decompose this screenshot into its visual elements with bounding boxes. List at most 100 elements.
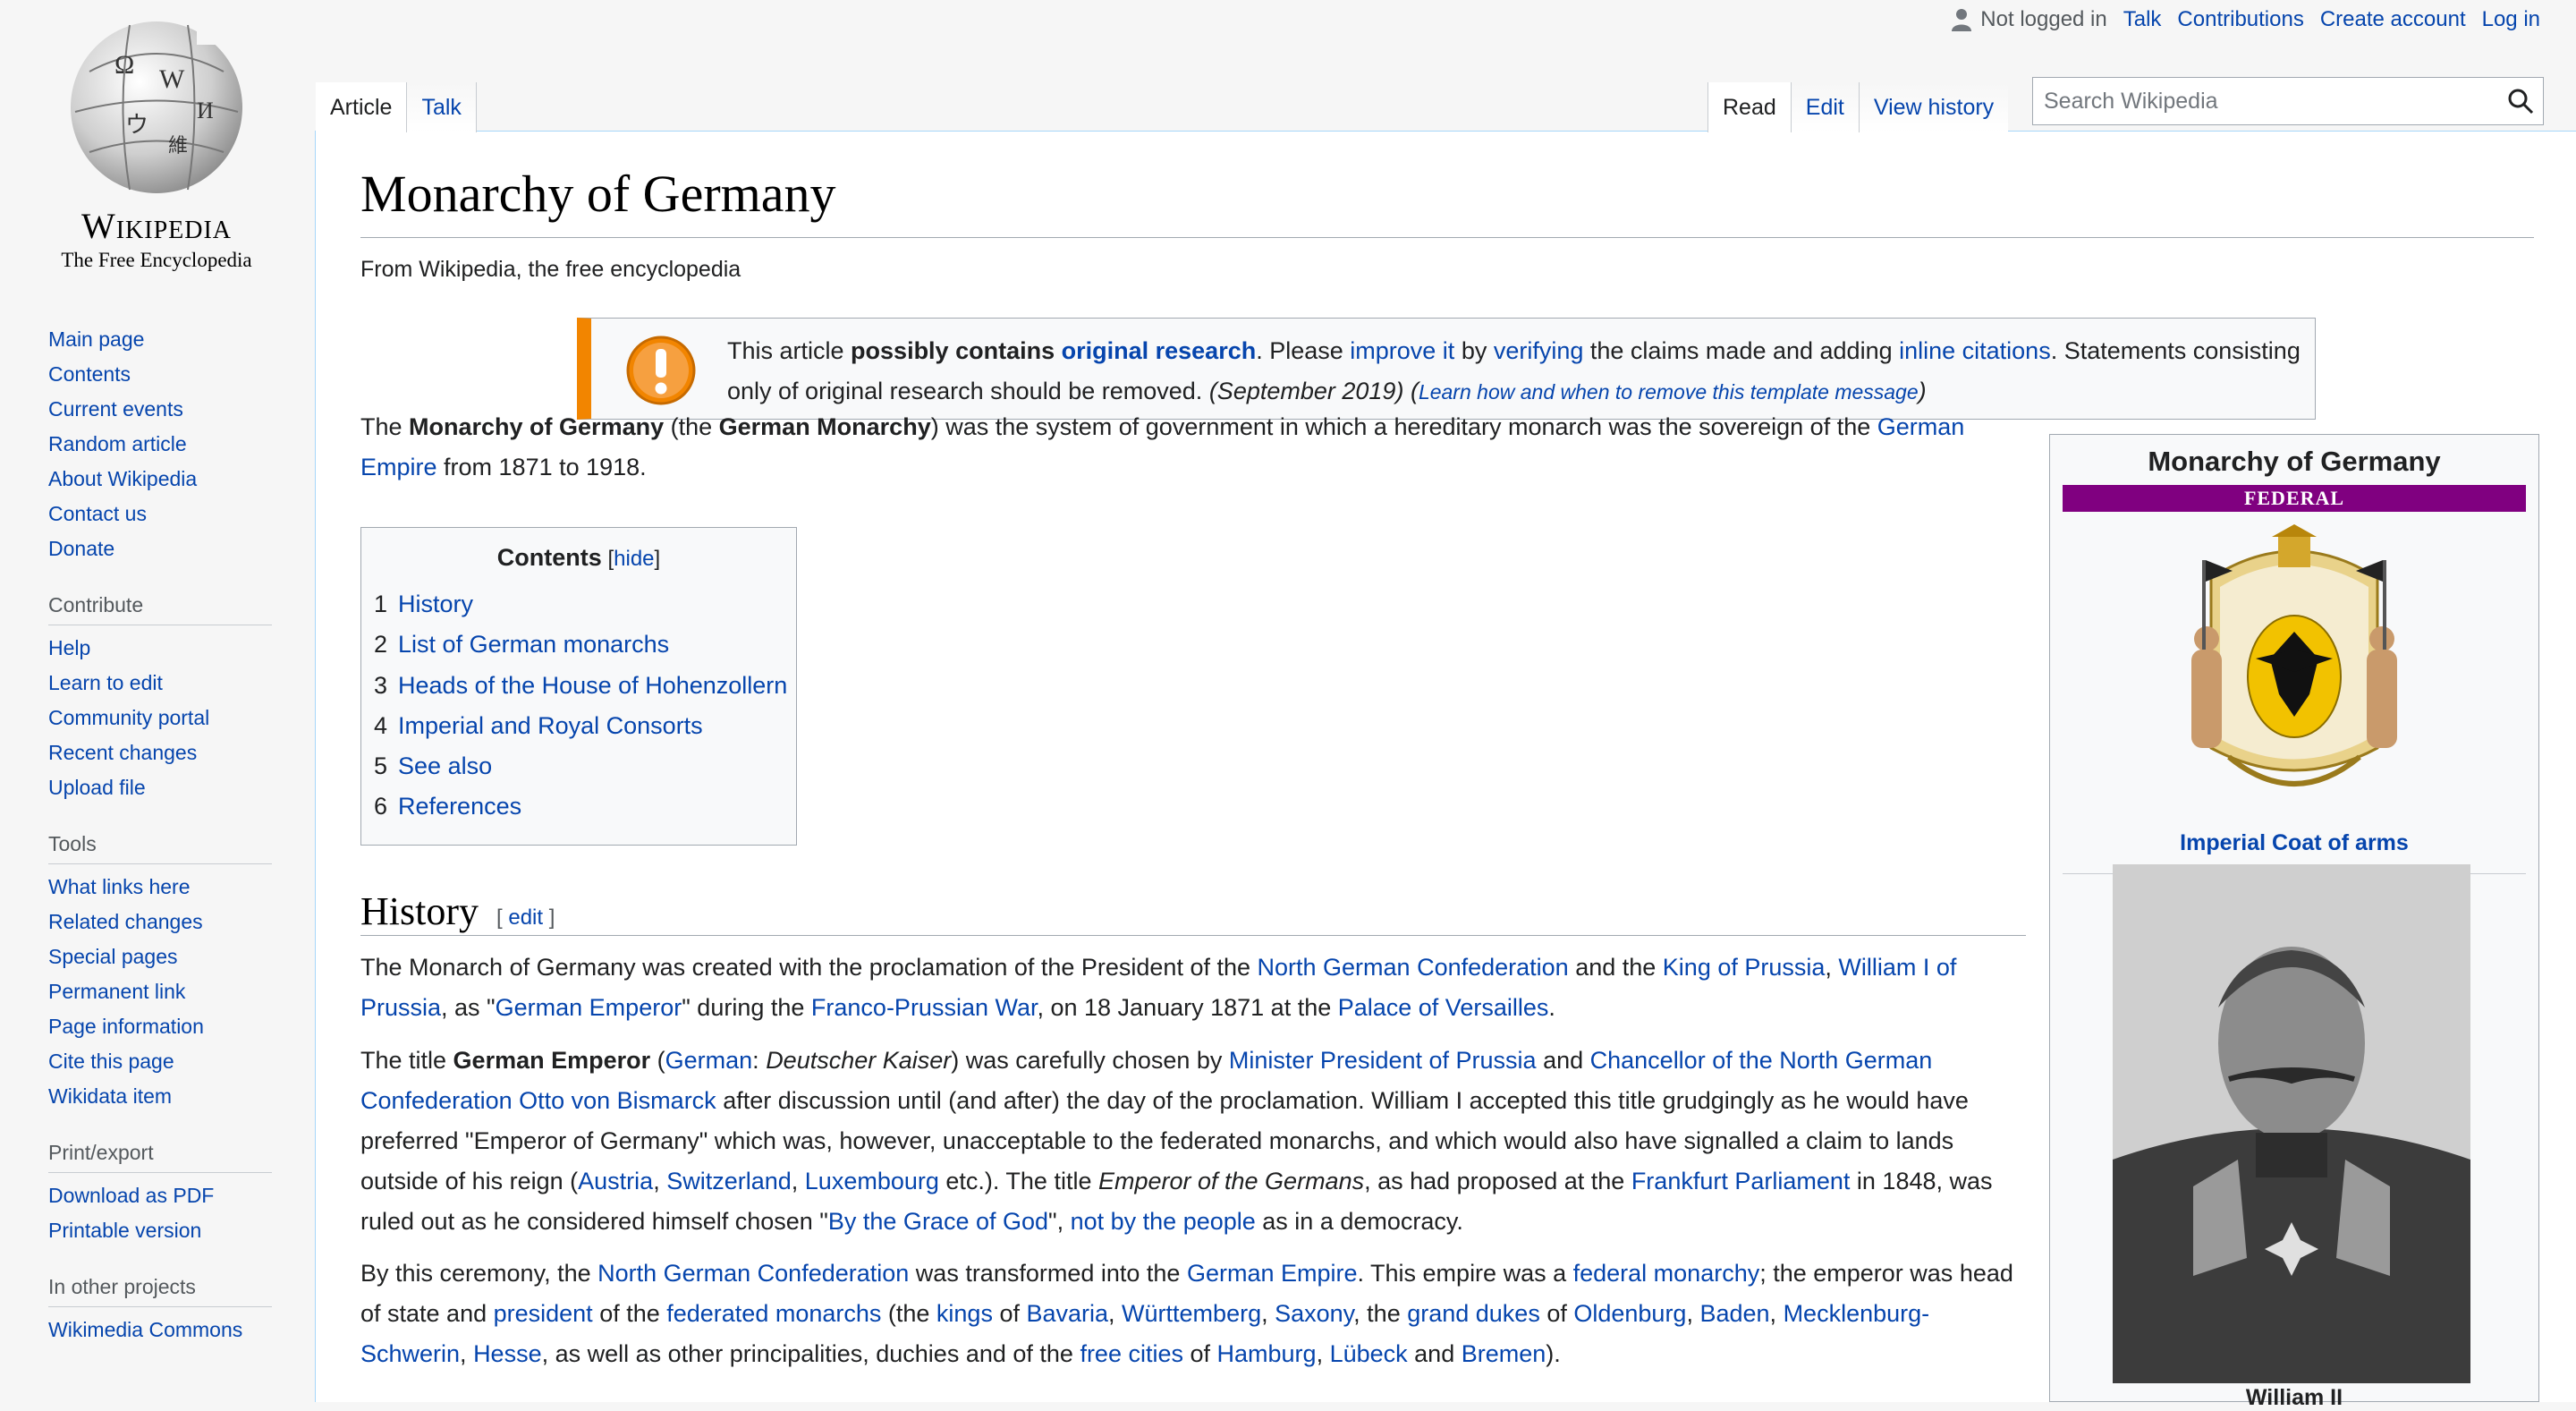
palace-of-versailles-link[interactable]: Palace of Versailles (1338, 994, 1549, 1021)
frankfurt-parliament-link[interactable]: Frankfurt Parliament (1631, 1168, 1851, 1194)
bremen-link[interactable]: Bremen (1462, 1340, 1546, 1367)
sidebar-item-special-pages[interactable]: Special pages (48, 939, 281, 974)
tab-talk-label[interactable]: Talk (421, 95, 461, 120)
history-edit-link[interactable]: edit (508, 905, 543, 930)
saxony-link[interactable]: Saxony (1275, 1300, 1353, 1327)
toc-item[interactable]: 3 Heads of the House of Hohenzollern (374, 666, 796, 706)
hesse-link[interactable]: Hesse (473, 1340, 542, 1367)
sidebar-item-donate[interactable]: Donate (48, 531, 281, 566)
kings-link[interactable]: kings (936, 1300, 993, 1327)
warning-icon (626, 336, 696, 405)
coat-of-arms-image[interactable] (2184, 524, 2404, 820)
german-language-link[interactable]: German (665, 1047, 753, 1074)
create-account-link[interactable]: Create account (2320, 7, 2466, 32)
luxembourg-link[interactable]: Luxembourg (805, 1168, 939, 1194)
sidebar-item-upload-file[interactable]: Upload file (48, 770, 281, 805)
sidebar-item-related-changes[interactable]: Related changes (48, 905, 281, 939)
baden-link[interactable]: Baden (1699, 1300, 1769, 1327)
toc-item[interactable]: 2 List of German monarchs (374, 625, 796, 665)
p2-text: : (752, 1047, 767, 1074)
free-cities-link[interactable]: free cities (1080, 1340, 1183, 1367)
tab-view-history-label[interactable]: View history (1874, 95, 1994, 120)
tab-view-history[interactable]: View history (1858, 82, 2009, 132)
sidebar-item-contents[interactable]: Contents (48, 357, 281, 392)
talk-link[interactable]: Talk (2123, 7, 2162, 32)
toc-item[interactable]: 5 See also (374, 746, 796, 786)
toc-link-history[interactable]: History (398, 591, 473, 617)
sidebar-item-current-events[interactable]: Current events (48, 392, 281, 427)
sidebar-item-wikidata-item[interactable]: Wikidata item (48, 1079, 281, 1114)
william-ii-portrait[interactable] (2113, 864, 2470, 1383)
wikipedia-logo[interactable]: Ω W И ウ 維 Wikipedia The Free Encyclopedi… (36, 18, 277, 277)
federal-monarchy-link[interactable]: federal monarchy (1573, 1260, 1760, 1287)
not-by-the-people-link[interactable]: not by the people (1071, 1208, 1256, 1235)
toc-link-see-also[interactable]: See also (398, 752, 492, 779)
sidebar-item-help[interactable]: Help (48, 631, 281, 666)
sidebar-item-download-pdf[interactable]: Download as PDF (48, 1178, 281, 1213)
sidebar-item-recent-changes[interactable]: Recent changes (48, 735, 281, 770)
tab-edit-label[interactable]: Edit (1806, 95, 1844, 120)
king-of-prussia-link[interactable]: King of Prussia (1663, 954, 1826, 981)
sidebar-item-about[interactable]: About Wikipedia (48, 462, 281, 497)
learn-remove-template-link[interactable]: Learn how and when to remove this templa… (1419, 380, 1919, 404)
toc-hide-button[interactable]: hide (614, 547, 654, 571)
sidebar-item-learn-to-edit[interactable]: Learn to edit (48, 666, 281, 701)
sidebar-item-permanent-link[interactable]: Permanent link (48, 974, 281, 1009)
president-link[interactable]: president (494, 1300, 593, 1327)
north-german-confederation-link[interactable]: North German Confederation (1258, 954, 1569, 981)
sidebar-item-random-article[interactable]: Random article (48, 427, 281, 462)
toc-link-list-of-monarchs[interactable]: List of German monarchs (398, 631, 669, 658)
log-in-link[interactable]: Log in (2482, 7, 2540, 32)
north-german-confederation-link[interactable]: North German Confederation (597, 1260, 909, 1287)
toc-link-consorts[interactable]: Imperial and Royal Consorts (398, 712, 703, 739)
tab-edit[interactable]: Edit (1790, 82, 1860, 132)
toc-item[interactable]: 4 Imperial and Royal Consorts (374, 706, 796, 746)
hamburg-link[interactable]: Hamburg (1217, 1340, 1317, 1367)
toc-item[interactable]: 1 History (374, 584, 796, 625)
minister-president-link[interactable]: Minister President of Prussia (1229, 1047, 1537, 1074)
sidebar-item-wikimedia-commons[interactable]: Wikimedia Commons (48, 1313, 281, 1347)
switzerland-link[interactable]: Switzerland (666, 1168, 792, 1194)
lubeck-link[interactable]: Lübeck (1330, 1340, 1408, 1367)
oldenburg-link[interactable]: Oldenburg (1573, 1300, 1686, 1327)
original-research-link[interactable]: original research (1062, 337, 1257, 364)
page-title: Monarchy of Germany (360, 165, 836, 223)
franco-prussian-war-link[interactable]: Franco-Prussian War (811, 994, 1038, 1021)
p1-text: , (1825, 954, 1839, 981)
tab-article[interactable]: Article (316, 82, 408, 132)
bavaria-link[interactable]: Bavaria (1026, 1300, 1108, 1327)
wurttemberg-link[interactable]: Württemberg (1122, 1300, 1261, 1327)
sidebar-item-community-portal[interactable]: Community portal (48, 701, 281, 735)
history-heading: History [ edit ] (360, 888, 555, 934)
sidebar-item-printable-version[interactable]: Printable version (48, 1213, 281, 1248)
german-emperor-link[interactable]: German Emperor (496, 994, 682, 1021)
sidebar-item-main-page[interactable]: Main page (48, 322, 281, 357)
p2-text: ", (1048, 1208, 1071, 1235)
grace-of-god-link[interactable]: By the Grace of God (828, 1208, 1048, 1235)
p3-text: , (1108, 1300, 1123, 1327)
inline-citations-link[interactable]: inline citations (1899, 337, 2051, 364)
toc-item[interactable]: 6 References (374, 786, 796, 827)
sidebar-item-what-links-here[interactable]: What links here (48, 870, 281, 905)
contributions-link[interactable]: Contributions (2177, 7, 2303, 32)
not-logged-in-label: Not logged in (1980, 7, 2107, 31)
tab-talk[interactable]: Talk (406, 82, 477, 132)
sidebar-item-page-information[interactable]: Page information (48, 1009, 281, 1044)
improve-it-link[interactable]: improve it (1350, 337, 1454, 364)
verifying-link[interactable]: verifying (1494, 337, 1584, 364)
toc-link-references[interactable]: References (398, 793, 521, 820)
toc-link-hohenzollern[interactable]: Heads of the House of Hohenzollern (398, 672, 787, 699)
german-empire-link[interactable]: German Empire (1187, 1260, 1358, 1287)
sidebar-item-cite-this-page[interactable]: Cite this page (48, 1044, 281, 1079)
search-button[interactable] (2498, 79, 2543, 123)
search-input[interactable] (2033, 87, 2498, 115)
user-icon (1952, 9, 1972, 31)
p3-text: , (1316, 1340, 1330, 1367)
sidebar-item-contact[interactable]: Contact us (48, 497, 281, 531)
notice-paren-open: ( (1403, 378, 1419, 404)
austria-link[interactable]: Austria (578, 1168, 653, 1194)
federated-monarchs-link[interactable]: federated monarchs (666, 1300, 881, 1327)
grand-dukes-link[interactable]: grand dukes (1407, 1300, 1540, 1327)
coat-of-arms-caption[interactable]: Imperial Coat of arms (2180, 830, 2409, 855)
tab-read[interactable]: Read (1707, 82, 1792, 132)
